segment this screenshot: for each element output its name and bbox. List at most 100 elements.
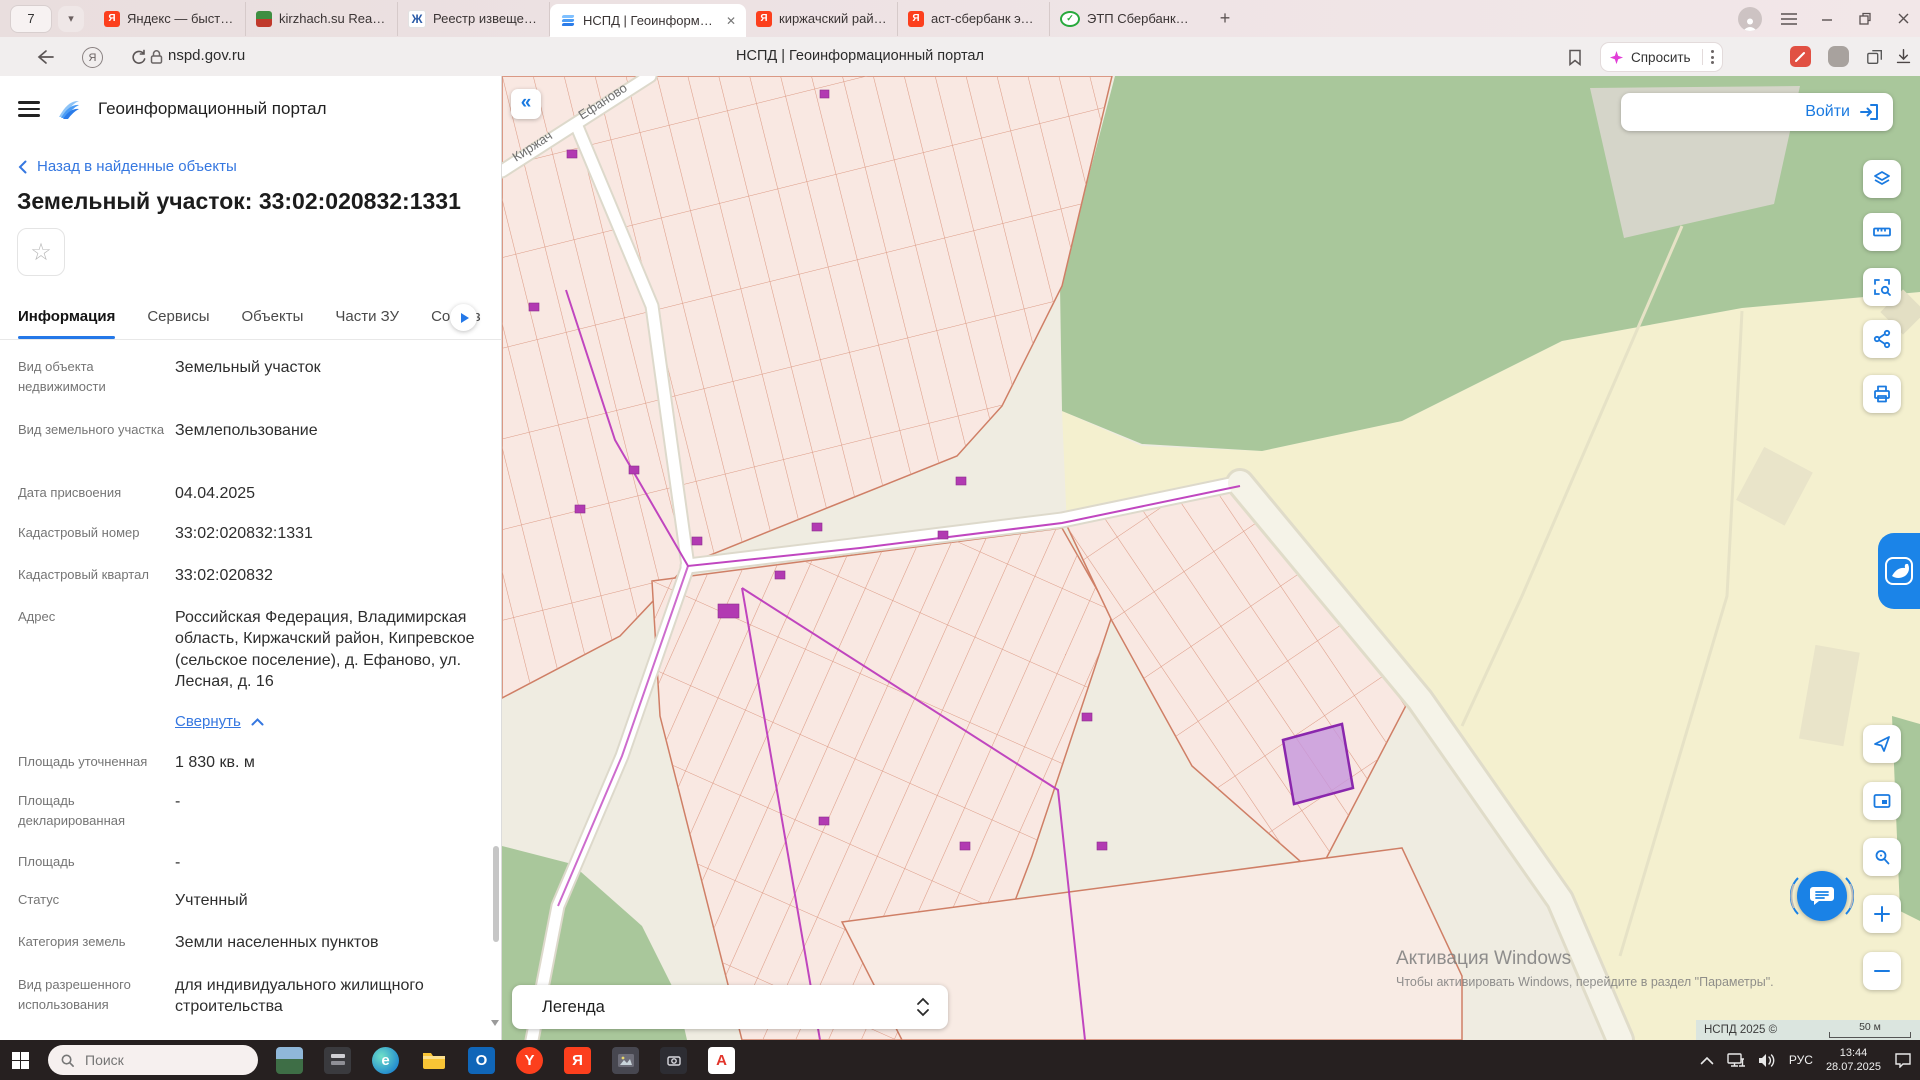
layers-button[interactable] bbox=[1863, 160, 1901, 198]
language-indicator[interactable]: РУС bbox=[1789, 1053, 1813, 1067]
scroll-down-icon[interactable] bbox=[491, 1020, 499, 1026]
nspd-favicon bbox=[560, 13, 576, 29]
collapse-panel-button[interactable]: « bbox=[511, 89, 541, 119]
object-search-button[interactable] bbox=[1863, 838, 1901, 876]
acrobat-icon[interactable]: A bbox=[708, 1047, 735, 1074]
windows-activation-watermark: Активация Windows Чтобы активировать Win… bbox=[1396, 948, 1774, 989]
volume-icon[interactable] bbox=[1758, 1053, 1776, 1068]
locate-me-button[interactable] bbox=[1863, 725, 1901, 763]
browser-menu-icon[interactable] bbox=[1778, 8, 1800, 30]
window-minimize-icon[interactable] bbox=[1816, 8, 1838, 30]
legend-toggle[interactable]: Легенда bbox=[512, 985, 948, 1029]
back-to-results-link[interactable]: Назад в найденные объекты bbox=[18, 158, 237, 175]
photos-app-icon[interactable] bbox=[276, 1047, 303, 1074]
screen: 7 ▾ Я Яндекс — быстрый поиск kirzhach.su… bbox=[0, 0, 1920, 1080]
browser-tab-5[interactable]: Я киржачский районный су bbox=[746, 2, 898, 36]
profile-avatar[interactable] bbox=[1738, 7, 1762, 31]
yandex-favicon: Я bbox=[756, 11, 772, 27]
tab-information[interactable]: Информация bbox=[18, 294, 115, 339]
start-button[interactable] bbox=[0, 1040, 40, 1080]
zoom-out-button[interactable] bbox=[1863, 952, 1901, 990]
ask-more-icon[interactable] bbox=[1702, 49, 1714, 65]
screenshot-tool-icon[interactable] bbox=[660, 1047, 687, 1074]
downloads-icon[interactable] bbox=[1893, 46, 1914, 67]
map-canvas[interactable]: Киржач Ефаново « Войти bbox=[502, 76, 1920, 1040]
browser-address-bar: Я nspd.gov.ru НСПД | Геоинформационный п… bbox=[0, 37, 1920, 77]
nspd-mascot-button[interactable] bbox=[1878, 533, 1920, 609]
browser-tab-1[interactable]: Я Яндекс — быстрый поиск bbox=[94, 2, 246, 36]
file-explorer-icon[interactable] bbox=[420, 1047, 447, 1074]
login-button[interactable]: Войти bbox=[1621, 93, 1893, 131]
yandex-app-icon[interactable]: Я bbox=[564, 1047, 591, 1074]
side-panels-icon[interactable] bbox=[1864, 46, 1885, 67]
chat-widget-button[interactable] bbox=[1790, 864, 1854, 928]
taskbar-search[interactable] bbox=[48, 1045, 258, 1075]
selected-parcel[interactable] bbox=[1283, 724, 1353, 804]
outlook-icon[interactable]: O bbox=[468, 1047, 495, 1074]
tray-expand-icon[interactable] bbox=[1700, 1056, 1714, 1065]
chevron-up-icon bbox=[251, 718, 264, 726]
sber-check-favicon: ✓ bbox=[1060, 11, 1080, 27]
panel-scrollbar[interactable] bbox=[493, 846, 499, 942]
object-info-panel: Геоинформационный портал Назад в найденн… bbox=[0, 76, 502, 1040]
crest-favicon bbox=[256, 11, 272, 27]
emblem-favicon: Ж bbox=[408, 10, 426, 28]
extension-2-icon[interactable] bbox=[1828, 46, 1849, 67]
chat-bubble-icon bbox=[1797, 871, 1847, 921]
panel-tabs: Информация Сервисы Объекты Части ЗУ Сост… bbox=[0, 294, 501, 340]
tabs-scroll-right-button[interactable] bbox=[450, 304, 477, 331]
new-tab-button[interactable]: + bbox=[1210, 4, 1240, 34]
tab-list-chevron-icon[interactable]: ▾ bbox=[58, 6, 84, 32]
page-title: НСПД | Геоинформационный портал bbox=[736, 48, 984, 64]
network-icon[interactable] bbox=[1727, 1053, 1745, 1068]
tab-parts[interactable]: Части ЗУ bbox=[335, 294, 399, 339]
print-button[interactable] bbox=[1863, 375, 1901, 413]
zoom-in-button[interactable] bbox=[1863, 895, 1901, 933]
browser-tab-active-nspd[interactable]: НСПД | Геоинформаци ✕ bbox=[550, 4, 746, 37]
browser-tab-6[interactable]: Я аст-сбербанк электронна bbox=[898, 2, 1050, 36]
window-close-icon[interactable] bbox=[1892, 8, 1914, 30]
nspd-logo bbox=[56, 96, 82, 122]
app-title: Геоинформационный портал bbox=[98, 99, 327, 119]
login-icon bbox=[1859, 103, 1879, 121]
area-search-button[interactable] bbox=[1863, 268, 1901, 306]
yandex-favicon: Я bbox=[104, 11, 120, 27]
map-attribution: НСПД 2025 © 50 м bbox=[1696, 1020, 1920, 1040]
clock[interactable]: 13:44 28.07.2025 bbox=[1826, 1046, 1881, 1075]
browser-tab-3[interactable]: Ж Реестр извещений bbox=[398, 2, 550, 36]
back-icon[interactable] bbox=[34, 45, 58, 69]
url-text[interactable]: nspd.gov.ru bbox=[168, 47, 245, 64]
search-input[interactable] bbox=[83, 1051, 237, 1069]
browser-tab-strip: 7 ▾ Я Яндекс — быстрый поиск kirzhach.su… bbox=[0, 0, 1920, 37]
windows-taskbar: e O Y Я A РУС 13:44 28.07.2025 bbox=[0, 1040, 1920, 1080]
yandex-browser-icon[interactable]: Y bbox=[516, 1047, 543, 1074]
yandex-search-icon[interactable]: Я bbox=[82, 47, 103, 68]
image-viewer-icon[interactable] bbox=[612, 1047, 639, 1074]
favorite-star-button[interactable]: ☆ bbox=[17, 228, 65, 276]
window-restore-icon[interactable] bbox=[1854, 8, 1876, 30]
parcel-title: Земельный участок: 33:02:020832:1331 bbox=[17, 188, 461, 215]
extension-1-icon[interactable] bbox=[1790, 46, 1811, 67]
task-view-icon[interactable] bbox=[324, 1047, 351, 1074]
ruler-button[interactable] bbox=[1863, 213, 1901, 251]
browser-tab-7[interactable]: ✓ ЭТП Сбербанк-АСТ bbox=[1050, 2, 1202, 36]
tab-counter[interactable]: 7 bbox=[10, 5, 52, 33]
notifications-icon[interactable] bbox=[1894, 1052, 1912, 1068]
map-render: Киржач Ефаново bbox=[502, 76, 1920, 1040]
share-button[interactable] bbox=[1863, 320, 1901, 358]
tab-services[interactable]: Сервисы bbox=[147, 294, 209, 339]
menu-icon[interactable] bbox=[18, 101, 40, 117]
edge-icon[interactable]: e bbox=[372, 1047, 399, 1074]
browser-tab-2[interactable]: kirzhach.su Reart - систем bbox=[246, 2, 398, 36]
ask-button[interactable]: Спросить bbox=[1600, 42, 1723, 72]
scale-bar: 50 м bbox=[1828, 1022, 1912, 1039]
mini-map-button[interactable] bbox=[1863, 782, 1901, 820]
tab-close-icon[interactable]: ✕ bbox=[726, 14, 736, 28]
tab-objects[interactable]: Объекты bbox=[242, 294, 304, 339]
chevron-left-icon bbox=[18, 160, 27, 174]
bookmark-icon[interactable] bbox=[1563, 45, 1587, 69]
lock-icon[interactable] bbox=[144, 45, 168, 69]
attribution-text: НСПД 2025 © bbox=[1704, 1024, 1777, 1036]
collapse-address-link[interactable]: Свернуть bbox=[175, 713, 264, 730]
yandex-favicon: Я bbox=[908, 11, 924, 27]
